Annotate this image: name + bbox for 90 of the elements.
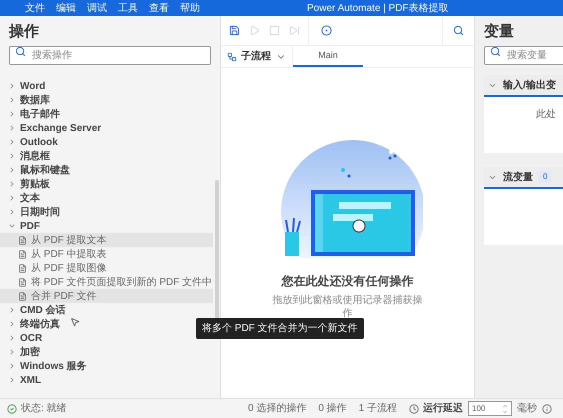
- category-label: 电子邮件: [20, 108, 60, 122]
- category-label: 数据库: [20, 93, 50, 108]
- subflow-icon: [227, 52, 237, 62]
- search-field[interactable]: 搜索操作: [9, 46, 211, 65]
- save-icon[interactable]: [229, 25, 240, 36]
- menu-item[interactable]: 调试: [87, 0, 107, 16]
- category-item[interactable]: 剪贴板: [0, 177, 50, 191]
- delay-unit: 毫秒: [517, 402, 537, 416]
- action-label: 从 PDF 中提取表: [31, 248, 107, 262]
- category-label: Word: [20, 80, 46, 94]
- action-label: 合并 PDF 文件: [31, 290, 97, 304]
- action-item[interactable]: 从 PDF 提取图像: [0, 261, 213, 275]
- category-item[interactable]: 电子邮件: [0, 107, 60, 121]
- status-text: 状态: 就绪: [21, 402, 67, 416]
- up-icon[interactable]: [502, 402, 508, 408]
- section-title: 输入/输出变: [503, 78, 556, 92]
- empty-title: 您在此处还没有任何操作: [282, 273, 414, 290]
- action-item[interactable]: 将 PDF 文件页面提取到新的 PDF 文件中: [0, 275, 213, 289]
- menu-item[interactable]: 帮助: [180, 0, 200, 16]
- subflows-count: 1 子流程: [358, 402, 397, 416]
- flow-tab[interactable]: Main: [293, 46, 363, 67]
- category-label: CMD 会话: [20, 304, 66, 318]
- category-label: PDF: [20, 220, 40, 234]
- action-item[interactable]: 合并 PDF 文件: [0, 289, 213, 303]
- actions-count: 0 操作: [318, 402, 347, 416]
- document-icon: [18, 292, 27, 300]
- menu-item[interactable]: 文件: [25, 0, 45, 16]
- category-label: 文本: [20, 192, 40, 206]
- panel-title: 操作: [8, 22, 40, 42]
- panel-title: 变量: [483, 22, 515, 42]
- delay-input[interactable]: 100: [468, 401, 512, 416]
- category-item[interactable]: 终端仿真: [0, 317, 60, 331]
- category-label: 鼠标和键盘: [20, 164, 70, 178]
- empty-description: 拖放到此窗格或使用记录器捕获操作: [272, 294, 422, 320]
- category-item[interactable]: Exchange Server: [0, 121, 102, 135]
- section-header[interactable]: 流变量 0: [484, 167, 563, 189]
- search-icon[interactable]: [453, 25, 464, 36]
- category-item[interactable]: OCR: [0, 331, 42, 345]
- section-title: 流变量: [503, 170, 533, 184]
- category-item[interactable]: XML: [0, 373, 42, 387]
- category-item[interactable]: 消息框: [0, 149, 50, 163]
- category-label: Exchange Server: [20, 122, 102, 136]
- category-label: 日期时间: [20, 206, 60, 220]
- section-text: 此处: [536, 108, 556, 122]
- action-label: 从 PDF 提取图像: [31, 262, 107, 276]
- document-icon: [18, 250, 27, 258]
- category-label: 终端仿真: [20, 318, 60, 332]
- category-label: 剪贴板: [20, 178, 50, 192]
- action-item[interactable]: 从 PDF 中提取表: [0, 247, 213, 261]
- delay-label: 运行延迟: [423, 402, 463, 416]
- search-field[interactable]: 搜索变量: [484, 46, 563, 65]
- menu-item[interactable]: 编辑: [56, 0, 76, 16]
- count-badge: 0: [539, 171, 552, 183]
- document-icon: [18, 264, 27, 272]
- subflows-dropdown[interactable]: 子流程: [221, 46, 293, 67]
- document-icon: [18, 278, 27, 286]
- tooltip: 将多个 PDF 文件合并为一个新文件: [196, 318, 364, 339]
- category-item[interactable]: 鼠标和键盘: [0, 163, 70, 177]
- clock-icon: [409, 404, 419, 414]
- document-icon: [18, 236, 27, 244]
- category-label: OCR: [20, 332, 42, 346]
- category-label: 消息框: [20, 150, 50, 164]
- category-label: 加密: [20, 346, 40, 360]
- action-label: 从 PDF 提取文本: [31, 234, 107, 248]
- category-item[interactable]: 日期时间: [0, 205, 60, 219]
- action-label: 将 PDF 文件页面提取到新的 PDF 文件中: [31, 276, 212, 290]
- category-item[interactable]: CMD 会话: [0, 303, 66, 317]
- down-icon[interactable]: [502, 408, 508, 414]
- category-item[interactable]: 加密: [0, 345, 40, 359]
- category-label: Outlook: [20, 136, 58, 150]
- category-item[interactable]: 数据库: [0, 93, 50, 107]
- category-item[interactable]: PDF: [0, 219, 40, 233]
- info-icon[interactable]: [542, 404, 552, 414]
- search-icon: [15, 46, 26, 57]
- category-item[interactable]: Word: [0, 79, 46, 93]
- category-label: XML: [20, 374, 42, 388]
- search-icon: [490, 46, 501, 57]
- selected-actions-count: 0 选择的操作: [248, 402, 306, 416]
- record-icon[interactable]: [321, 25, 332, 36]
- check-icon: [7, 404, 17, 414]
- action-item[interactable]: 从 PDF 提取文本: [0, 233, 213, 247]
- category-label: Windows 服务: [20, 360, 87, 374]
- menu-item[interactable]: 查看: [149, 0, 169, 16]
- section-header[interactable]: 输入/输出变: [484, 75, 563, 97]
- window-title: Power Automate | PDF表格提取: [307, 2, 449, 16]
- menu-item[interactable]: 工具: [118, 0, 138, 16]
- category-item[interactable]: 文本: [0, 191, 40, 205]
- category-item[interactable]: Outlook: [0, 135, 58, 149]
- category-item[interactable]: Windows 服务: [0, 359, 87, 373]
- cursor-icon: [70, 317, 80, 327]
